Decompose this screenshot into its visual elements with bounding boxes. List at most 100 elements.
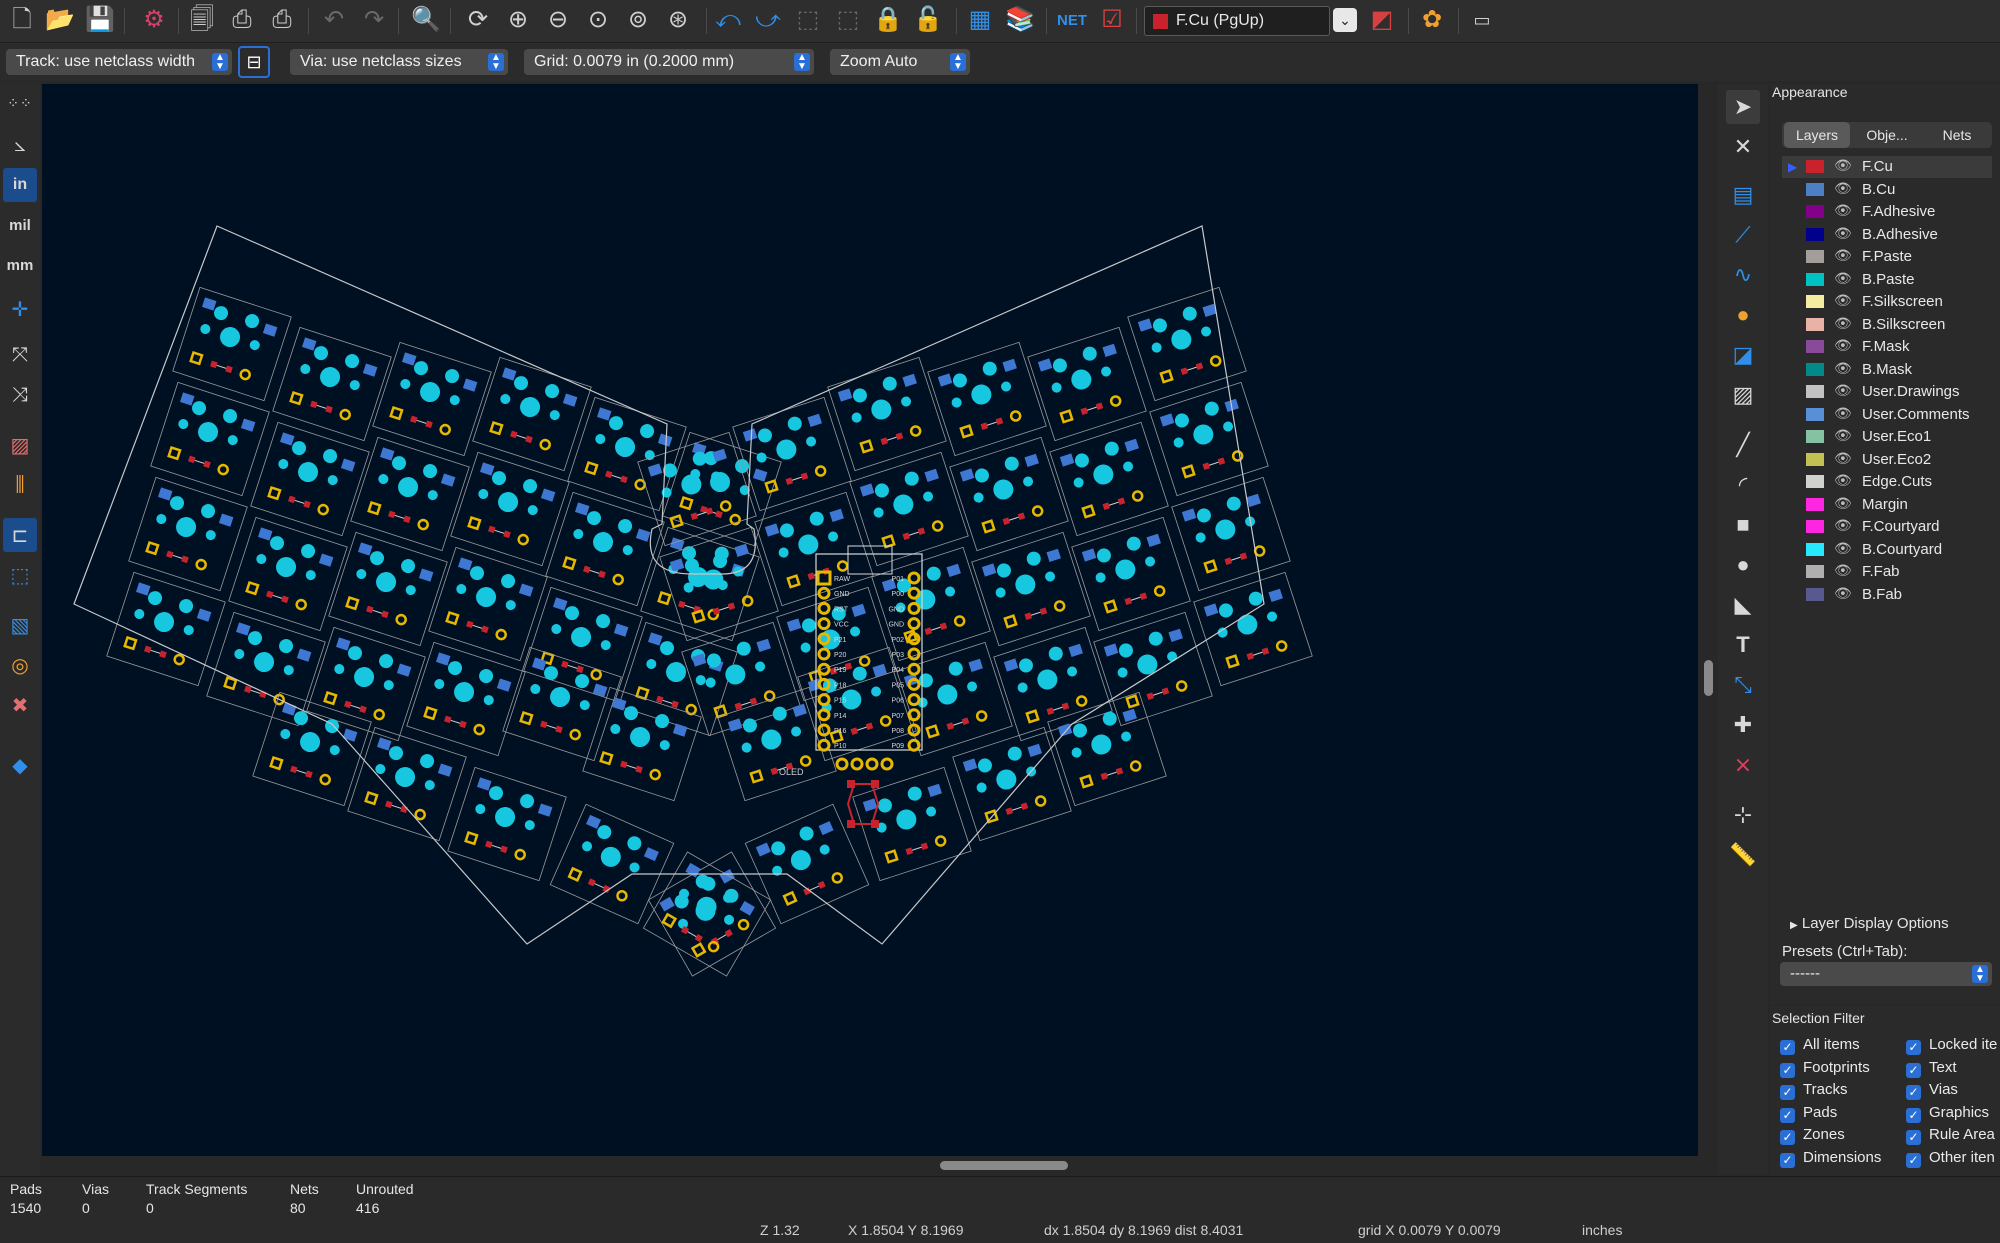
key-switch-footprint[interactable] xyxy=(549,803,675,925)
pcb-canvas[interactable]: RAW P01 GND P00 RST GND VCC GND P21 P02 P20 P03 P19 P… xyxy=(42,84,1698,1156)
layer-row-b-adhesive[interactable]: 👁 B.Adhesive xyxy=(1782,224,1992,246)
layer-color-swatch[interactable] xyxy=(1806,317,1824,331)
mcu-pin-pad[interactable] xyxy=(907,571,921,585)
add-footprint-icon[interactable]: ▤ xyxy=(1726,178,1760,212)
layer-color-swatch[interactable] xyxy=(1806,430,1824,443)
layer-color-swatch[interactable] xyxy=(1806,385,1824,398)
layer-color-swatch[interactable] xyxy=(1806,362,1824,376)
mcu-pin-pad[interactable] xyxy=(817,693,831,707)
zoom-selection-icon[interactable]: ⊛ xyxy=(662,4,694,36)
mcu-pin-pad[interactable] xyxy=(907,677,921,691)
filter-pads[interactable]: ✓ Pads xyxy=(1780,1104,1837,1123)
mcu-pin-pad[interactable] xyxy=(907,617,921,631)
checkbox-checked-icon[interactable]: ✓ xyxy=(1780,1107,1795,1123)
draw-line-icon[interactable]: ╱ xyxy=(1726,428,1760,462)
mcu-pin-pad[interactable] xyxy=(817,617,831,631)
mcu-pin-pad[interactable] xyxy=(907,662,921,676)
layer-row-user-comments[interactable]: 👁 User.Comments xyxy=(1782,404,1992,426)
draw-circle-icon[interactable]: ● xyxy=(1726,548,1760,582)
add-text-icon[interactable]: T xyxy=(1726,628,1760,662)
units-mils-button[interactable]: mil xyxy=(3,208,37,242)
layer-color-swatch[interactable] xyxy=(1806,295,1824,308)
scripting-icon[interactable]: ✿ xyxy=(1416,4,1448,36)
eye-icon[interactable]: 👁 xyxy=(1834,382,1852,399)
plot-icon[interactable]: ⎙ xyxy=(266,4,298,36)
drc-icon[interactable]: ☑ xyxy=(1096,4,1128,36)
eye-icon[interactable]: 👁 xyxy=(1834,540,1852,557)
find-icon[interactable]: 🔍 xyxy=(410,4,442,36)
checkbox-checked-icon[interactable]: ✓ xyxy=(1780,1085,1795,1100)
ratsnest-icon[interactable]: ⤧ xyxy=(3,338,37,372)
eye-icon[interactable]: 👁 xyxy=(1834,517,1852,534)
layer-row-f-cu[interactable]: ▶ 👁 F.Cu xyxy=(1782,156,1992,178)
eye-icon[interactable]: 👁 xyxy=(1834,270,1852,287)
redo-icon[interactable]: ↷ xyxy=(358,4,390,36)
eye-icon[interactable]: 👁 xyxy=(1834,472,1852,489)
key-switch-footprint[interactable] xyxy=(754,491,874,607)
rotate-cw-icon[interactable]: ⤻ xyxy=(752,4,784,36)
oled-header[interactable] xyxy=(835,757,894,771)
mcu-pin-pad[interactable] xyxy=(817,662,831,676)
layer-color-swatch[interactable] xyxy=(1806,160,1824,173)
ungroup-icon[interactable]: ⬚ xyxy=(832,4,864,36)
open-icon[interactable]: 📂 xyxy=(44,4,76,36)
filter-vias[interactable]: ✓ Vias xyxy=(1906,1081,1958,1100)
draw-arc-icon[interactable]: ◜ xyxy=(1726,468,1760,502)
checkbox-checked-icon[interactable]: ✓ xyxy=(1906,1130,1921,1145)
board-setup-icon[interactable]: ⚙ xyxy=(138,4,170,36)
presets-select[interactable]: ------ ▲ ▼ xyxy=(1780,962,1992,986)
layer-color-swatch[interactable] xyxy=(1806,182,1824,196)
tab-nets[interactable]: Nets xyxy=(1924,122,1990,148)
key-switch-footprint[interactable] xyxy=(1149,381,1269,497)
appearance-panel-icon[interactable]: ◆ xyxy=(3,748,37,782)
netlist-icon[interactable]: NET xyxy=(1056,4,1088,36)
via-size-select[interactable]: Via: use netclass sizes ▲ ▼ xyxy=(290,49,508,75)
net-highlight-icon[interactable]: ◎ xyxy=(3,648,37,682)
layer-color-swatch[interactable] xyxy=(1806,407,1824,421)
key-switch-footprint[interactable] xyxy=(1127,286,1247,402)
checkbox-checked-icon[interactable]: ✓ xyxy=(1906,1107,1921,1123)
checkbox-checked-icon[interactable]: ✓ xyxy=(1906,1040,1921,1055)
track-width-select[interactable]: Track: use netclass width ▲ ▼ xyxy=(6,49,232,75)
unlock-icon[interactable]: 🔓 xyxy=(912,4,944,36)
polar-coords-icon[interactable]: ⦣ xyxy=(3,128,37,162)
filter-tracks[interactable]: ✓ Tracks xyxy=(1780,1081,1847,1100)
layer-color-swatch[interactable] xyxy=(1806,205,1824,218)
horizontal-scrollbar[interactable] xyxy=(940,1161,1068,1170)
layer-row-b-cu[interactable]: 👁 B.Cu xyxy=(1782,179,1992,201)
layer-color-swatch[interactable] xyxy=(1806,272,1824,286)
key-switch-footprint[interactable] xyxy=(545,491,665,607)
show-drc-icon[interactable]: ✖ xyxy=(3,688,37,722)
zone-display-icon[interactable]: ▨ xyxy=(3,428,37,462)
cursor-shape-icon[interactable]: ✛ xyxy=(3,292,37,326)
eye-icon[interactable]: 👁 xyxy=(1834,562,1852,579)
key-switch-footprint[interactable] xyxy=(106,571,226,687)
tab-layers[interactable]: Layers xyxy=(1784,122,1850,148)
checkbox-checked-icon[interactable]: ✓ xyxy=(1780,1040,1795,1055)
key-switch-footprint[interactable] xyxy=(952,726,1072,842)
layer-row-user-drawings[interactable]: 👁 User.Drawings xyxy=(1782,381,1992,403)
filter-text[interactable]: ✓ Text xyxy=(1906,1059,1957,1078)
zoom-out-icon[interactable]: ⊖ xyxy=(542,4,574,36)
mcu-pin-pad[interactable] xyxy=(817,738,831,752)
new-board-icon[interactable]: 🗋 xyxy=(6,4,38,36)
print-icon[interactable]: ⎙ xyxy=(226,4,258,36)
grid-select[interactable]: Grid: 0.0079 in (0.2000 mm) ▲ ▼ xyxy=(524,49,814,75)
checkbox-checked-icon[interactable]: ✓ xyxy=(1780,1062,1795,1078)
layer-row-edge-cuts[interactable]: 👁 Edge.Cuts xyxy=(1782,471,1992,493)
redraw-icon[interactable]: ⟳ xyxy=(462,4,494,36)
filter-locked-ite[interactable]: ✓ Locked ite xyxy=(1906,1036,1997,1055)
key-switch-footprint[interactable] xyxy=(128,476,248,592)
layer-row-f-mask[interactable]: 👁 F.Mask xyxy=(1782,336,1992,358)
mcu-pin-pad[interactable] xyxy=(817,647,831,661)
layer-row-b-fab[interactable]: 👁 B.Fab xyxy=(1782,584,1992,606)
save-icon[interactable]: 💾 xyxy=(84,4,116,36)
eye-icon[interactable]: 👁 xyxy=(1834,315,1852,332)
layer-pair-icon[interactable]: ◩ xyxy=(1366,4,1398,36)
layer-row-b-silkscreen[interactable]: 👁 B.Silkscreen xyxy=(1782,314,1992,336)
draw-rectangle-icon[interactable]: ■ xyxy=(1726,508,1760,542)
mcu-pin-pad[interactable] xyxy=(907,647,921,661)
mcu-pin-pad[interactable] xyxy=(907,586,921,600)
layer-color-swatch[interactable] xyxy=(1806,587,1824,601)
filter-footprints[interactable]: ✓ Footprints xyxy=(1780,1059,1870,1078)
